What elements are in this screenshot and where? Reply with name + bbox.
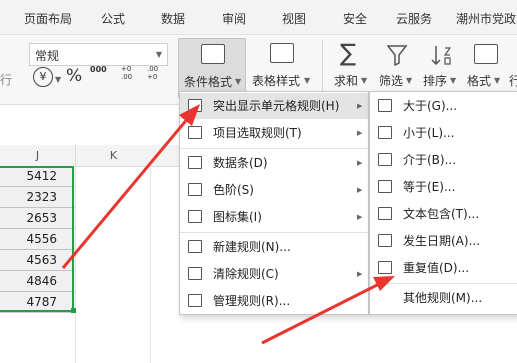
red-arrow-head [373, 276, 395, 291]
red-arrow-head [179, 104, 200, 126]
annotation-arrows [61, 104, 395, 345]
red-arrow-line [61, 116, 191, 269]
red-arrow-line [261, 281, 382, 345]
